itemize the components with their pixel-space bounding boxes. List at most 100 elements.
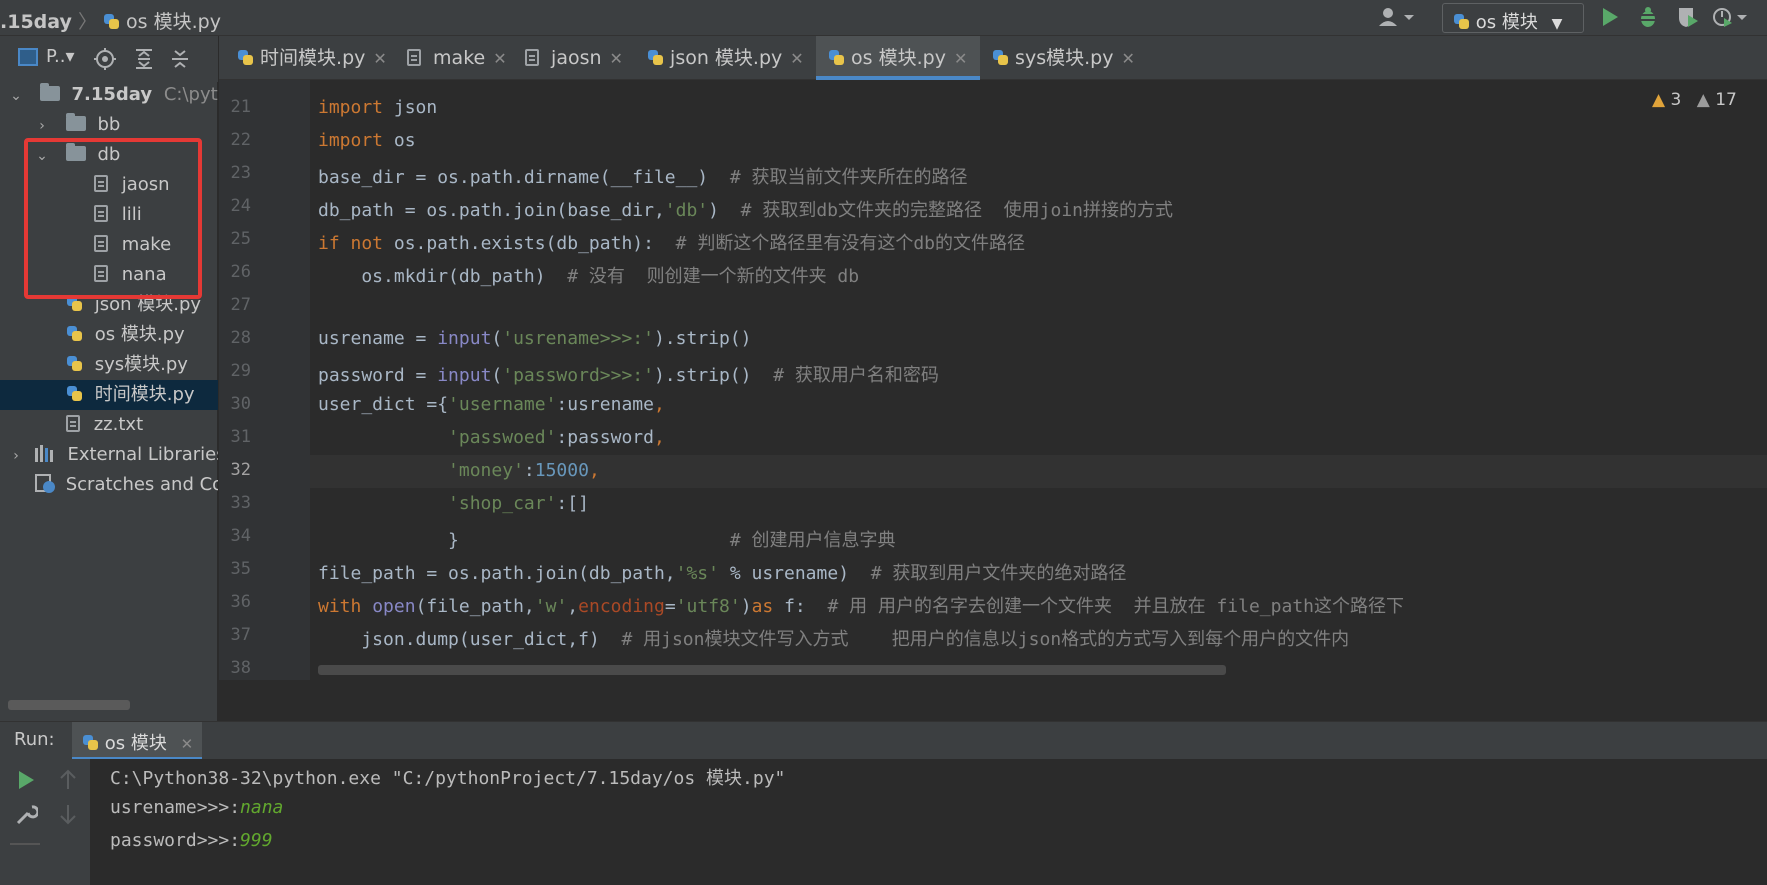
warning-count: 3 <box>1670 90 1682 110</box>
tree-item-label: os 模块.py <box>94 324 185 345</box>
tree-item-label: sys模块.py <box>94 354 188 375</box>
inspection-widget[interactable]: ▲ 3 ▲ 17 <box>1652 90 1737 110</box>
chevron-right-icon[interactable]: › <box>34 111 50 140</box>
breadcrumb-project[interactable]: .15day <box>0 11 72 33</box>
tree-item-scratches[interactable]: Scratches and Cor <box>0 470 218 500</box>
line-number: 21 <box>230 97 251 117</box>
tree-item-project-root[interactable]: ⌄ 7.15day C:\pytho <box>0 80 218 110</box>
tree-item-label: 7.15day <box>71 84 153 105</box>
line-number: 25 <box>230 229 251 249</box>
collapse-all-icon[interactable] <box>170 48 190 70</box>
code-line: 'money':15000, <box>448 460 600 481</box>
close-icon[interactable]: ✕ <box>181 735 194 753</box>
code-line: user_dict ={'username':usrename, <box>318 394 665 415</box>
line-number: 28 <box>230 328 251 348</box>
tree-item-bb[interactable]: › bb <box>0 110 218 140</box>
chevron-down-icon[interactable]: ⌄ <box>8 81 24 110</box>
tab-sys-module[interactable]: sys模块.py ✕ <box>980 36 1140 80</box>
arrow-up-icon[interactable] <box>58 769 78 791</box>
close-icon[interactable]: ✕ <box>610 49 623 68</box>
python-file-icon <box>66 355 83 372</box>
close-icon[interactable]: ✕ <box>493 49 506 68</box>
line-number: 33 <box>230 493 251 513</box>
close-icon[interactable]: ✕ <box>373 49 386 68</box>
code-line: import json <box>318 97 438 118</box>
console-input: 999 <box>240 830 273 851</box>
tree-item-label: zz.txt <box>93 414 144 435</box>
line-number: 24 <box>230 196 251 216</box>
tab-make[interactable]: make ✕ <box>395 36 513 80</box>
line-number: 38 <box>230 658 251 678</box>
python-file-icon <box>82 734 99 751</box>
file-icon <box>407 49 421 66</box>
project-view-selector[interactable]: P..▾ <box>46 46 75 67</box>
run-console-toolbar <box>0 759 90 885</box>
profile-icon[interactable] <box>1712 6 1752 33</box>
run-icon[interactable] <box>1600 6 1620 33</box>
sidebar-horizontal-scrollbar[interactable] <box>8 700 130 710</box>
tab-jaosn[interactable]: jaosn ✕ <box>513 36 635 80</box>
code-line: import os <box>318 130 416 151</box>
tab-time-module[interactable]: 时间模块.py ✕ <box>225 36 395 80</box>
console-command-line: C:\Python38-32\python.exe "C:/pythonProj… <box>110 768 786 789</box>
toolbar-divider <box>10 843 40 845</box>
line-number: 23 <box>230 163 251 183</box>
project-toolbar: P..▾ <box>0 36 218 82</box>
tab-label: json 模块.py <box>670 47 783 69</box>
tab-os-module[interactable]: os 模块.py ✕ <box>816 36 980 80</box>
python-file-icon <box>66 385 83 402</box>
wrench-icon[interactable] <box>14 803 38 827</box>
debug-icon[interactable] <box>1637 6 1659 33</box>
console-line: password>>>:999 <box>110 830 273 851</box>
tree-item-time-module[interactable]: 时间模块.py <box>0 380 218 410</box>
run-tab-label: os 模块 <box>104 733 167 754</box>
warning-icon: ▲ <box>1652 90 1666 110</box>
tab-label: make <box>433 47 486 69</box>
python-file-icon <box>66 325 83 342</box>
editor-horizontal-scrollbar[interactable] <box>318 665 1226 675</box>
text-file-icon <box>66 415 80 432</box>
weak-warning-count: 17 <box>1715 90 1737 110</box>
library-icon <box>34 445 53 462</box>
arrow-down-icon[interactable] <box>58 803 78 825</box>
line-number: 35 <box>230 559 251 579</box>
close-icon[interactable]: ✕ <box>954 49 967 68</box>
code-line: 'passwoed':password, <box>448 427 665 448</box>
rerun-icon[interactable] <box>16 769 36 791</box>
tree-item-label: bb <box>97 114 121 135</box>
close-icon[interactable]: ✕ <box>1121 49 1134 68</box>
tab-label: os 模块.py <box>851 47 946 69</box>
project-view-icon[interactable] <box>18 48 38 66</box>
close-icon[interactable]: ✕ <box>790 49 803 68</box>
run-tool-window-header: Run: os 模块 ✕ <box>0 721 1767 760</box>
tree-item-external-libraries[interactable]: › External Libraries <box>0 440 218 470</box>
code-line: if not os.path.exists(db_path): # 判断这个路径… <box>318 233 1025 254</box>
run-tab[interactable]: os 模块 ✕ <box>72 722 202 760</box>
tab-label: 时间模块.py <box>260 47 366 69</box>
line-number: 22 <box>230 130 251 150</box>
code-line: with open(file_path,'w',encoding='utf8')… <box>318 596 1404 617</box>
tree-item-zz-txt[interactable]: zz.txt <box>0 410 218 440</box>
coverage-icon[interactable] <box>1676 6 1700 33</box>
user-icon[interactable] <box>1378 6 1418 33</box>
python-file-icon <box>647 49 664 66</box>
code-line: } # 创建用户信息字典 <box>318 530 896 551</box>
console-line: usrename>>>:nana <box>110 797 283 818</box>
breadcrumb-file[interactable]: os 模块.py <box>126 11 221 33</box>
python-file-icon <box>103 13 120 30</box>
expand-all-icon[interactable] <box>134 48 154 70</box>
chevron-right-icon[interactable]: › <box>8 441 24 470</box>
breadcrumb-separator: 〉 <box>77 11 97 33</box>
tab-json-module[interactable]: json 模块.py ✕ <box>635 36 810 80</box>
tab-label: jaosn <box>551 47 602 69</box>
line-number: 29 <box>230 361 251 381</box>
python-file-icon <box>992 49 1009 66</box>
scratches-icon <box>35 474 55 493</box>
locate-icon[interactable] <box>94 48 116 70</box>
line-number: 32 <box>230 460 251 480</box>
tree-item-sys-module[interactable]: sys模块.py <box>0 350 218 380</box>
run-configuration-selector[interactable]: os 模块 ▼ <box>1442 3 1584 33</box>
file-icon <box>525 49 539 66</box>
run-config-label: os 模块 <box>1475 12 1538 33</box>
tree-item-os-module[interactable]: os 模块.py <box>0 320 218 350</box>
